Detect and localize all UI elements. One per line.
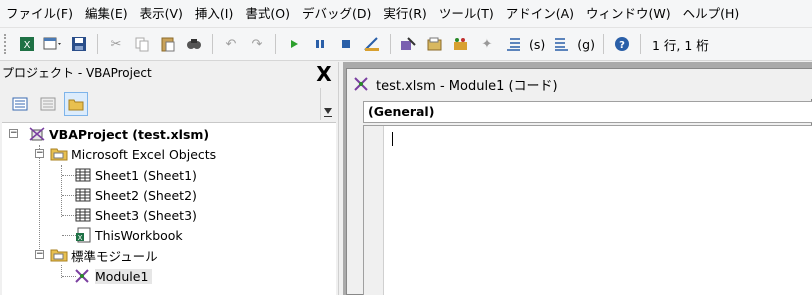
menu-window[interactable]: ウィンドウ(W) [580,0,677,28]
cursor-position: 1 行, 1 桁 [651,37,709,53]
project-explorer-title: プロジェクト - VBAProject [2,66,152,80]
menu-help[interactable]: ヘルプ(H) [677,0,746,28]
folder-icon [50,247,68,263]
tree-connector [61,165,62,217]
tree-node-label: Sheet2 (Sheet2) [95,187,197,203]
menu-view[interactable]: 表示(V) [134,0,189,28]
indent-icon[interactable] [502,33,524,55]
standard-toolbar: X ✂ ↶ ↷ ✦ (s) (g) ? 1 行, 1 桁 [0,28,812,61]
code-editor[interactable] [363,125,812,295]
run-icon[interactable] [283,33,305,55]
toolbar-separator [212,34,213,54]
code-margin [364,126,384,295]
insert-userform-icon[interactable] [42,33,64,55]
project-explorer-panel: プロジェクト - VBAProject X − VBAProject (test… [0,62,338,295]
reset-icon[interactable] [335,33,357,55]
module-icon [74,268,92,284]
toolbar-separator [390,34,391,54]
svg-text:X: X [78,234,83,242]
vba-project-icon [28,126,46,142]
folder-icon [50,146,68,162]
find-icon[interactable] [183,33,205,55]
view-code-icon[interactable] [8,92,32,116]
project-explorer-icon[interactable] [398,33,420,55]
menu-run[interactable]: 実行(R) [377,0,432,28]
outdent-icon[interactable] [550,33,572,55]
undo-icon[interactable]: ↶ [220,33,242,55]
menu-tools[interactable]: ツール(T) [433,0,500,28]
object-combo[interactable]: (General) [363,101,812,123]
toolbar-separator [275,34,276,54]
help-icon[interactable]: ? [611,33,633,55]
collapse-excel-objects-icon[interactable]: − [35,149,44,158]
toolbox-icon[interactable]: ✦ [476,33,498,55]
toolbar-separator [639,34,641,54]
toolbar-grip[interactable] [4,34,8,54]
toolbar-separator [602,34,604,54]
tree-node-label: Module1 [95,268,153,284]
workbook-icon: X [74,227,92,243]
svg-text:?: ? [619,40,625,51]
code-window-title: test.xlsm - Module1 (コード) [376,78,558,94]
tree-node-label: 標準モジュール [71,248,158,264]
tree-node-label: Sheet1 (Sheet1) [95,167,197,183]
tree-node-thisworkbook[interactable]: X ThisWorkbook [74,225,183,245]
tree-node-label: ThisWorkbook [95,227,183,243]
view-excel-icon[interactable]: X [16,33,38,55]
text-caret [392,132,393,146]
module-icon [353,76,371,92]
tree-node-modules-folder[interactable]: 標準モジュール [50,245,158,265]
tree-node-module1[interactable]: Module1 [74,266,153,286]
collapse-root-icon[interactable]: − [9,129,18,138]
properties-icon[interactable] [424,33,446,55]
tree-node-label: Sheet3 (Sheet3) [95,207,197,223]
redo-icon[interactable]: ↷ [246,33,268,55]
menu-debug[interactable]: デバッグ(D) [296,0,377,28]
menu-file[interactable]: ファイル(F) [0,0,79,28]
panel-scrollbar[interactable] [320,88,336,120]
tree-node-excel-objects[interactable]: Microsoft Excel Objects [50,144,216,164]
code-window-titlebar[interactable]: test.xlsm - Module1 (コード) [347,69,812,99]
menu-format[interactable]: 書式(O) [239,0,296,28]
menu-edit[interactable]: 編集(E) [79,0,134,28]
project-explorer-toolbar [0,88,320,120]
collapse-modules-icon[interactable]: − [35,250,44,259]
tree-node-sheet1[interactable]: Sheet1 (Sheet1) [74,165,197,185]
menu-addins[interactable]: アドイン(A) [500,0,580,28]
view-object-icon[interactable] [36,92,60,116]
tree-node-sheet3[interactable]: Sheet3 (Sheet3) [74,205,197,225]
tree-node-label: Microsoft Excel Objects [71,146,217,162]
project-tree: − VBAProject (test.xlsm) − Microsoft Exc… [2,122,336,295]
toggle-folders-icon[interactable] [64,92,88,116]
paste-icon[interactable] [157,33,179,55]
copy-icon[interactable] [131,33,153,55]
save-icon[interactable] [68,33,90,55]
toolbar-separator [97,34,98,54]
tree-node-label: VBAProject (test.xlsm) [49,126,210,142]
worksheet-icon [74,187,92,203]
svg-text:X: X [24,40,31,51]
design-mode-icon[interactable] [361,33,383,55]
bookmark-g-label[interactable]: (g) [574,37,598,52]
worksheet-icon [74,167,92,183]
code-window: test.xlsm - Module1 (コード) (General) [346,68,812,295]
worksheet-icon [74,207,92,223]
close-icon[interactable]: X [313,64,335,86]
tree-node-sheet2[interactable]: Sheet2 (Sheet2) [74,185,197,205]
menu-insert[interactable]: 挿入(I) [189,0,239,28]
cut-icon[interactable]: ✂ [105,33,127,55]
object-browser-icon[interactable] [450,33,472,55]
bookmark-s-label[interactable]: (s) [526,37,548,52]
tree-connector [39,145,40,257]
menu-bar: ファイル(F) 編集(E) 表示(V) 挿入(I) 書式(O) デバッグ(D) … [0,0,812,28]
tree-node-project[interactable]: VBAProject (test.xlsm) [28,124,209,144]
break-icon[interactable] [309,33,331,55]
